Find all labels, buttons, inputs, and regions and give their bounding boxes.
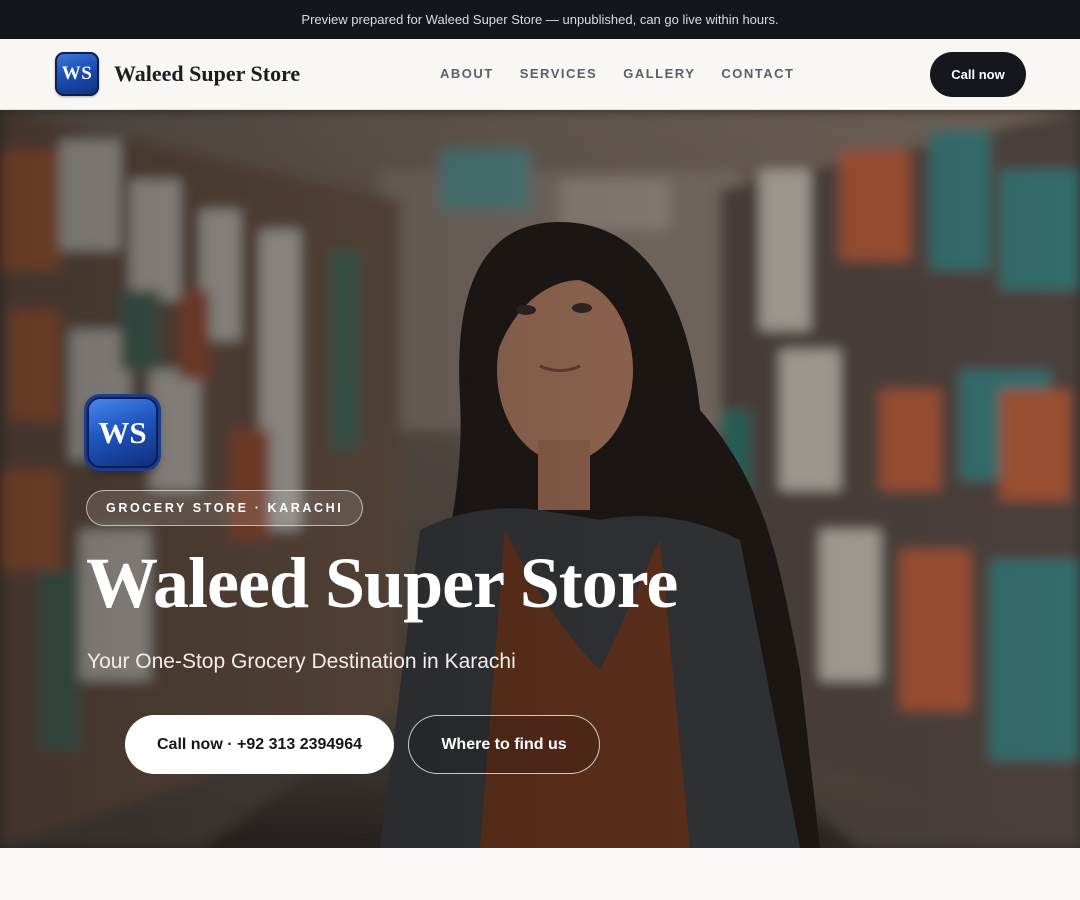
main-nav: ABOUT SERVICES GALLERY CONTACT xyxy=(440,66,820,81)
header-call-button[interactable]: Call now xyxy=(930,52,1026,97)
logo-icon[interactable]: WS xyxy=(55,52,99,96)
hero-title: Waleed Super Store xyxy=(86,543,678,623)
nav-link-services[interactable]: SERVICES xyxy=(520,66,598,81)
nav-link-contact[interactable]: CONTACT xyxy=(721,66,794,81)
preview-notice-text: Preview prepared for Waleed Super Store … xyxy=(301,12,779,27)
site-header: WS Waleed Super Store ABOUT SERVICES GAL… xyxy=(0,39,1080,110)
preview-notice-bar: Preview prepared for Waleed Super Store … xyxy=(0,0,1080,39)
brand-name[interactable]: Waleed Super Store xyxy=(114,61,300,87)
nav-link-about[interactable]: ABOUT xyxy=(440,66,494,81)
nav-link-gallery[interactable]: GALLERY xyxy=(623,66,695,81)
hero-section: WS GROCERY STORE · KARACHI Waleed Super … xyxy=(0,110,1080,848)
where-to-find-us-button[interactable]: Where to find us xyxy=(408,715,600,774)
next-section xyxy=(0,848,1080,900)
call-now-button[interactable]: Call now · +92 313 2394964 xyxy=(125,715,394,774)
hero-logo-icon: WS xyxy=(87,397,158,468)
hero-subtitle: Your One-Stop Grocery Destination in Kar… xyxy=(87,650,516,673)
category-badge: GROCERY STORE · KARACHI xyxy=(86,490,364,526)
